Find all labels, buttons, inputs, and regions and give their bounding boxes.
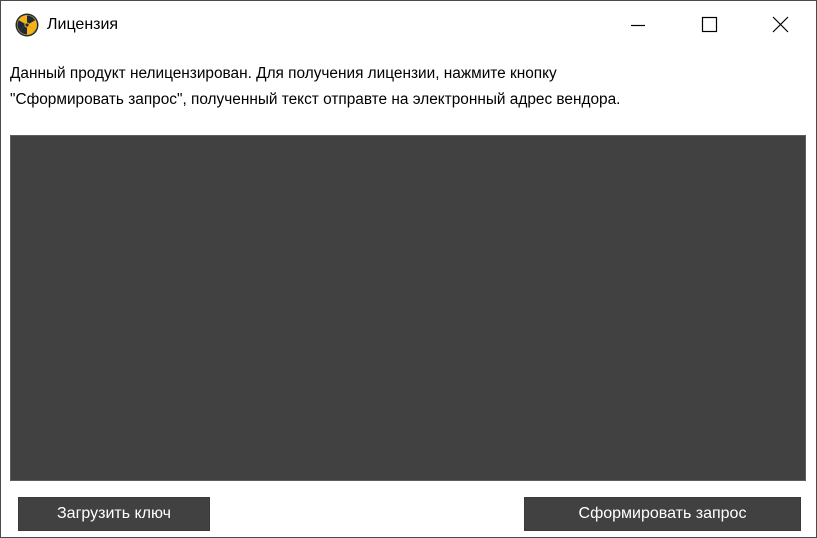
license-window: Лицензия Данный продукт нелицензирован. … [0, 0, 817, 538]
close-button[interactable] [757, 1, 803, 48]
minimize-button[interactable] [615, 1, 661, 48]
title-bar[interactable]: Лицензия [1, 1, 816, 48]
radiation-icon [15, 13, 39, 37]
load-key-button[interactable]: Загрузить ключ [18, 497, 210, 531]
description-line-1: Данный продукт нелицензирован. Для получ… [10, 65, 557, 82]
close-icon [772, 16, 789, 33]
window-title: Лицензия [47, 16, 119, 33]
maximize-button[interactable] [686, 1, 732, 48]
minimize-icon [631, 24, 645, 27]
generate-request-button[interactable]: Сформировать запрос [524, 497, 801, 531]
maximize-icon [701, 16, 718, 33]
description-line-2: "Сформировать запрос", полученный текст … [10, 91, 621, 108]
license-description: Данный продукт нелицензирован. Для получ… [10, 61, 805, 113]
request-text-area[interactable] [10, 135, 806, 481]
